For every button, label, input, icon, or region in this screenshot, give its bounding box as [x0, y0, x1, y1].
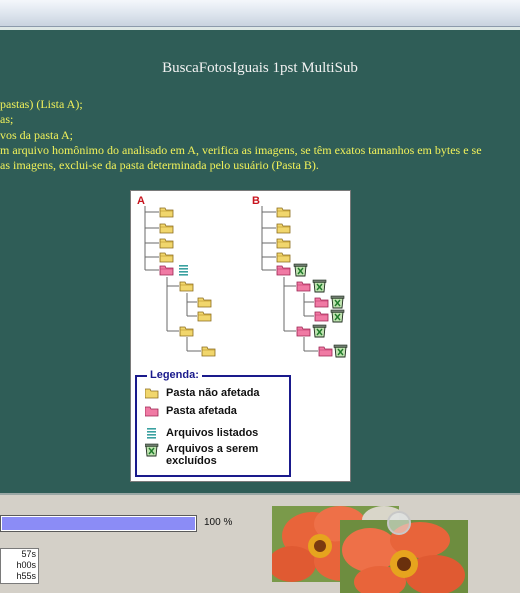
description-line-2: as;: [0, 112, 14, 126]
description-line-1: pastas) (Lista A);: [0, 97, 83, 111]
app-title: BuscaFotosIguais 1pst MultiSub: [162, 60, 358, 76]
magnifier-icon[interactable]: [387, 511, 411, 535]
legend-item-listed: Arquivos listados: [145, 427, 258, 439]
file-list-icon: [147, 428, 156, 439]
legend-item-unaffected: Pasta não afetada: [145, 387, 260, 399]
time-line-2: h00s: [16, 560, 36, 570]
time-line-3: h55s: [16, 571, 36, 581]
yellow-folder-icon: [145, 388, 159, 399]
description-line-3: vos da pasta A;: [0, 128, 73, 142]
status-panel: 100 % 57s h00s h55s: [0, 493, 520, 593]
progress-percent: 100 %: [204, 517, 233, 528]
legend-title: Legenda:: [147, 369, 202, 381]
legend-label-listed: Arquivos listados: [166, 427, 259, 439]
time-line-1: 57s: [21, 549, 36, 559]
legend-label-delete-line2: excluídos: [166, 455, 217, 467]
legend-label-unaffected: Pasta não afetada: [166, 387, 260, 399]
folder-tree-graphic: [144, 206, 348, 358]
window-titlebar[interactable]: [0, 0, 520, 27]
legend-label-delete-line1: Arquivos a serem: [166, 443, 259, 455]
folder-diagram: A B Legenda: Pasta não afetada Pasta afe…: [130, 190, 351, 482]
legend-box: Legenda: Pasta não afetada Pasta afetada…: [135, 369, 291, 477]
legend-label-affected: Pasta afetada: [166, 405, 237, 417]
legend-label-delete: Arquivos a serem excluídos: [166, 443, 258, 467]
progress-fill: [2, 517, 195, 530]
recycle-bin-icon: [145, 443, 159, 457]
pink-folder-icon: [145, 406, 159, 417]
description-line-4: m arquivo homônimo do analisado em A, ve…: [0, 143, 482, 157]
progress-bar: [0, 515, 197, 532]
legend-item-affected: Pasta afetada: [145, 405, 237, 417]
legend-item-delete: Arquivos a serem excluídos: [145, 443, 258, 467]
description-line-5: as imagens, exclui-se da pasta determina…: [0, 158, 319, 172]
time-readout: 57s h00s h55s: [0, 548, 39, 584]
